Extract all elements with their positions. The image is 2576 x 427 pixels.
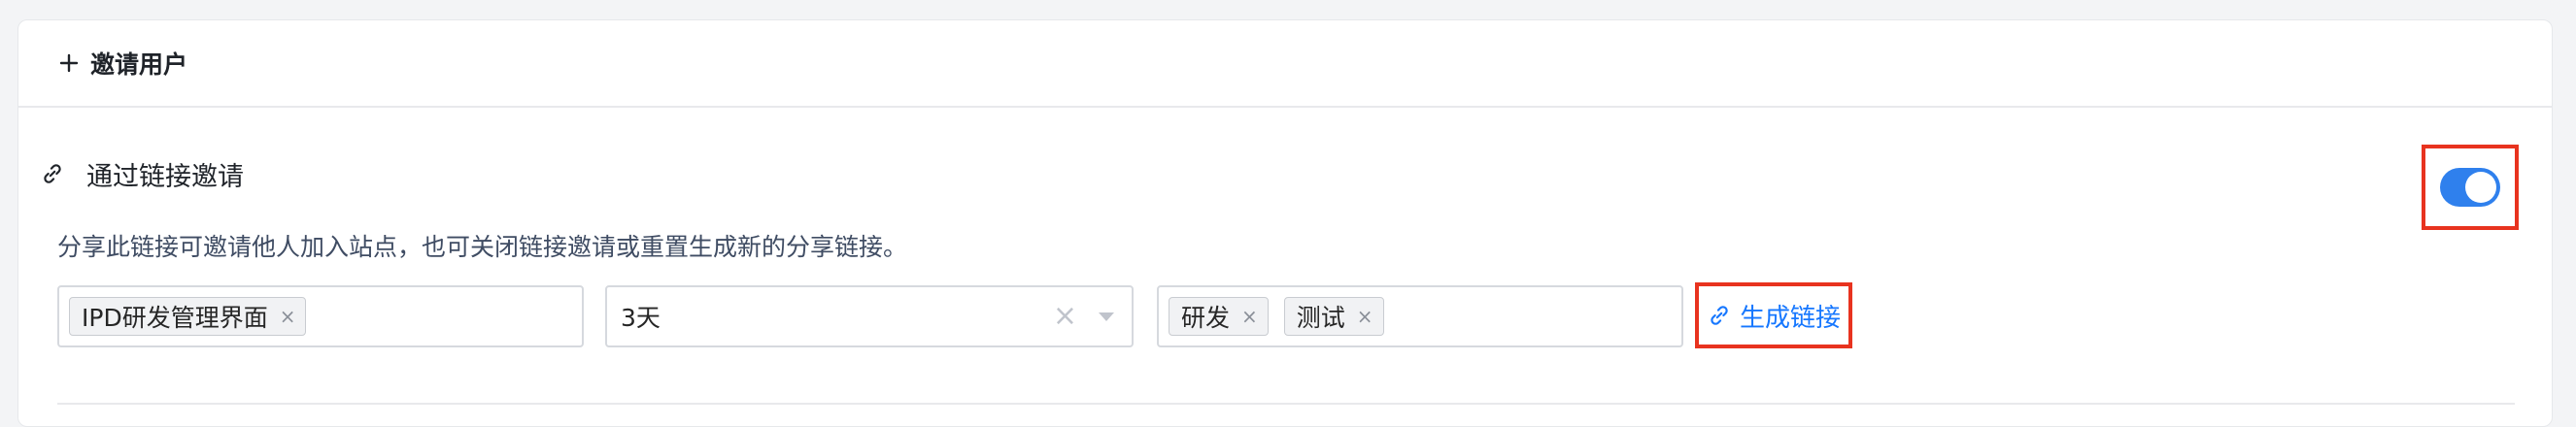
group-select-field[interactable]: 研发 × 测试 ×: [1157, 285, 1683, 347]
invite-link-toggle[interactable]: [2440, 168, 2500, 207]
invite-link-title: 通过链接邀请: [86, 161, 244, 192]
link-icon: [44, 164, 61, 183]
page-tag-label: IPD研发管理界面: [82, 304, 268, 332]
invite-users-card: 邀请用户 通过链接邀请 分享此链接可邀请他人加入站点，也可关闭链接邀请或重置生成…: [17, 19, 2553, 427]
group-tag-label: 测试: [1296, 304, 1345, 332]
tag-close-icon[interactable]: ×: [1357, 307, 1373, 326]
link-icon: [1711, 306, 1728, 325]
toggle-highlight: [2422, 145, 2519, 230]
page-tag: IPD研发管理界面 ×: [69, 297, 307, 336]
select-actions: ×: [1053, 287, 1114, 345]
tag-close-icon[interactable]: ×: [280, 307, 296, 326]
clear-icon[interactable]: ×: [1053, 302, 1077, 331]
section-divider: [57, 403, 2515, 405]
tag-close-icon[interactable]: ×: [1241, 307, 1258, 326]
plus-icon: [59, 53, 79, 73]
generate-link-button[interactable]: 生成链接: [1707, 298, 1841, 334]
page-select-field[interactable]: IPD研发管理界面 ×: [57, 285, 584, 347]
group-tag: 研发 ×: [1169, 297, 1269, 336]
header-title: 邀请用户: [90, 50, 188, 79]
group-tag: 测试 ×: [1283, 297, 1384, 336]
expiry-select[interactable]: 3天 ×: [605, 285, 1134, 347]
generate-link-highlight: 生成链接: [1695, 282, 1852, 348]
card-header: 邀请用户: [18, 20, 2552, 108]
group-tag-label: 研发: [1181, 304, 1231, 332]
invite-link-title-row: 通过链接邀请: [40, 154, 244, 193]
expiry-select-value: 3天: [621, 304, 661, 332]
chevron-down-icon[interactable]: [1099, 312, 1114, 321]
invite-link-description: 分享此链接可邀请他人加入站点，也可关闭链接邀请或重置生成新的分享链接。: [57, 233, 908, 261]
toggle-knob: [2465, 172, 2496, 203]
generate-link-label: 生成链接: [1739, 303, 1841, 333]
